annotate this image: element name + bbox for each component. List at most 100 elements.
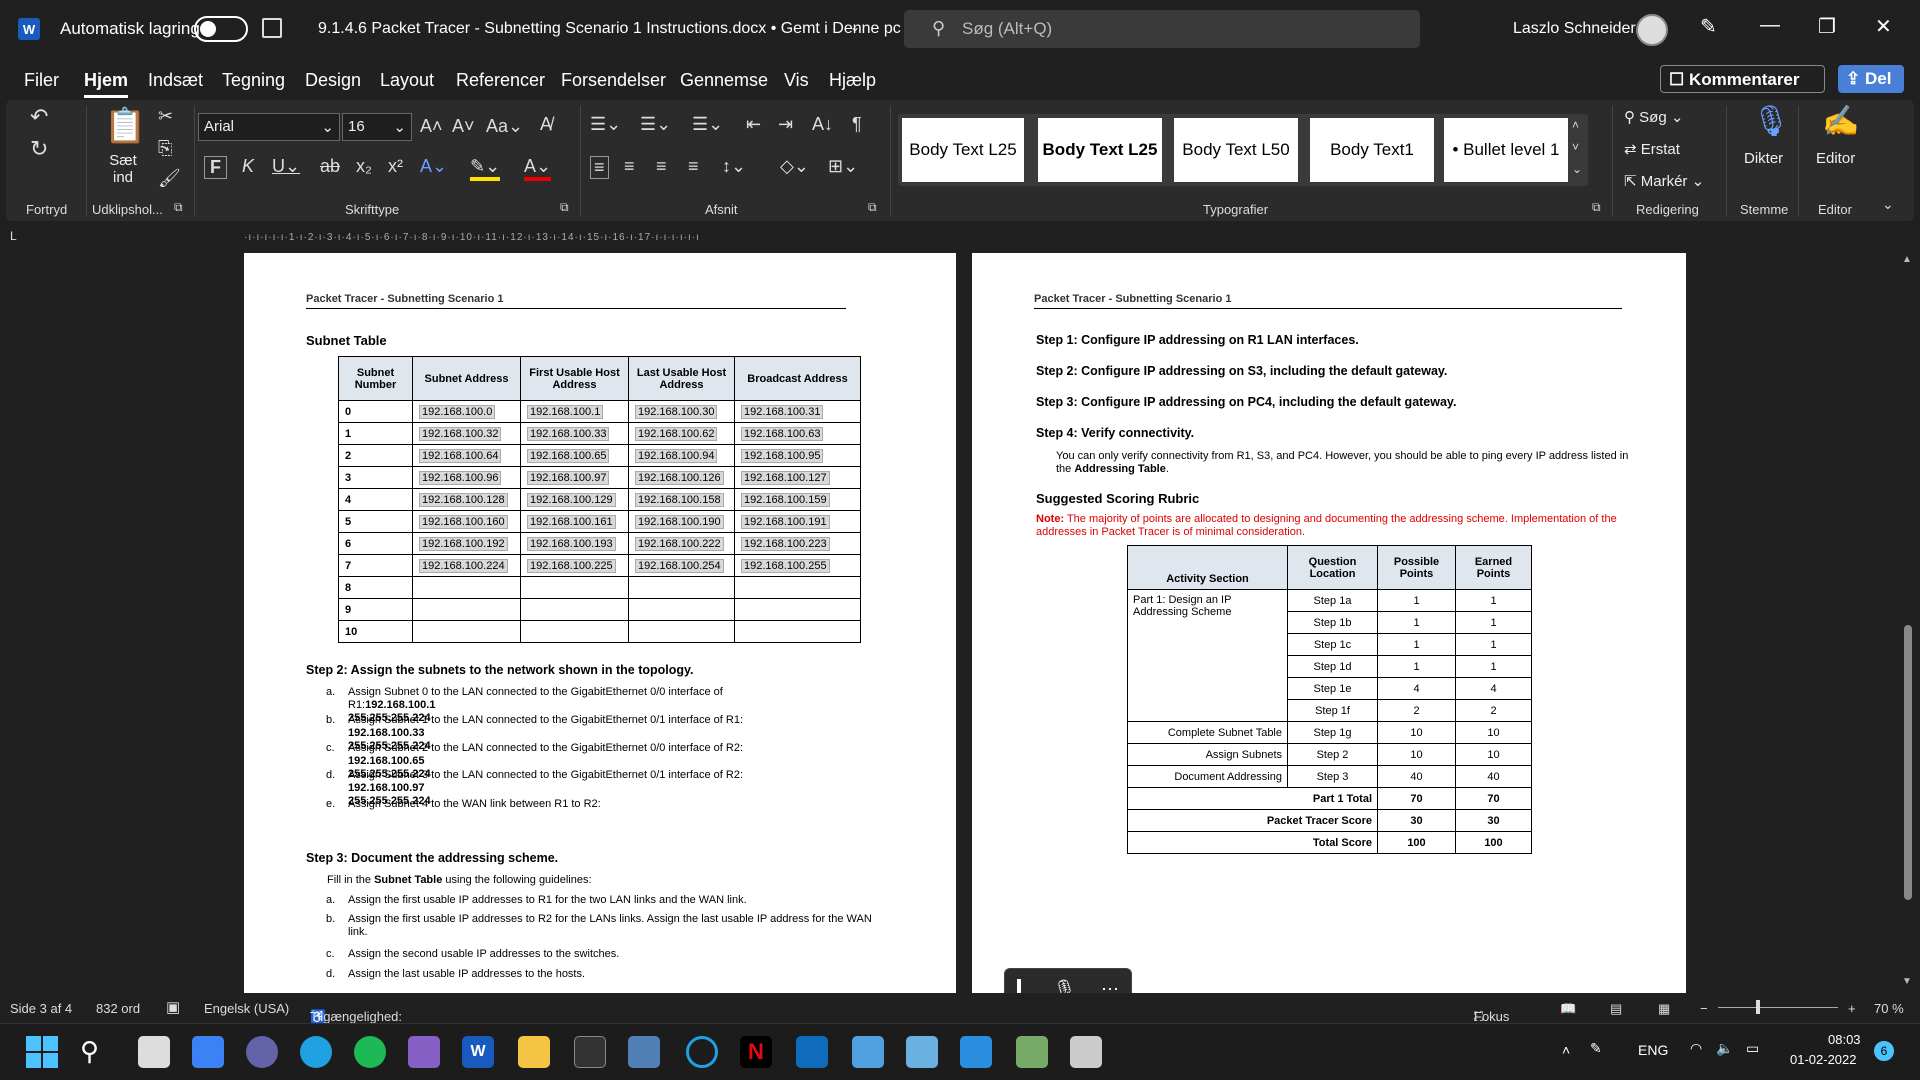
- form-field-value[interactable]: 192.168.100.190: [635, 514, 724, 529]
- font-color-icon[interactable]: A⌄: [524, 156, 552, 181]
- netflix-icon[interactable]: N: [740, 1036, 772, 1068]
- address-cell[interactable]: 192.168.100.65: [520, 444, 629, 467]
- address-cell[interactable]: 192.168.100.95: [734, 444, 861, 467]
- menu-tegning[interactable]: Tegning: [222, 70, 285, 91]
- spotify-icon[interactable]: [354, 1036, 386, 1068]
- address-cell[interactable]: 192.168.100.161: [520, 510, 629, 533]
- zoom-in-icon[interactable]: +: [1848, 1001, 1856, 1016]
- copy-icon[interactable]: ⎘: [158, 138, 172, 159]
- table-row[interactable]: 9: [338, 598, 861, 621]
- start-button[interactable]: [26, 1036, 58, 1068]
- subnet-number-cell[interactable]: 4: [338, 488, 413, 511]
- notification-badge[interactable]: 6: [1874, 1041, 1894, 1061]
- text-effects-icon[interactable]: A⌄: [420, 156, 447, 177]
- form-field-value[interactable]: 192.168.100.159: [741, 492, 830, 507]
- italic-icon[interactable]: K: [242, 156, 254, 177]
- outlook-icon[interactable]: [796, 1036, 828, 1068]
- table-row[interactable]: 3 192.168.100.96 192.168.100.97 192.168.100…: [338, 466, 861, 489]
- address-cell[interactable]: 192.168.100.192: [412, 532, 521, 555]
- search-box[interactable]: ⚲ Søg (Alt+Q): [904, 10, 1420, 48]
- zoom-out-icon[interactable]: −: [1700, 1001, 1708, 1016]
- web-layout-icon[interactable]: ▦: [1658, 1001, 1670, 1017]
- bullets-icon[interactable]: ☰⌄: [590, 114, 621, 135]
- battery-icon[interactable]: ▭: [1746, 1040, 1759, 1057]
- replace-command[interactable]: ⇄ Erstat: [1624, 140, 1680, 158]
- bold-icon[interactable]: F: [204, 156, 227, 179]
- address-cell[interactable]: 192.168.100.190: [628, 510, 735, 533]
- pen-menu-icon[interactable]: ✎: [1590, 1040, 1602, 1057]
- editor-label[interactable]: Editor: [1816, 150, 1855, 167]
- page-count[interactable]: Side 3 af 4: [10, 1001, 72, 1016]
- select-command[interactable]: ⇱ Markér ⌄: [1624, 172, 1704, 190]
- table-row[interactable]: 0 192.168.100.0 192.168.100.1 192.168.100.3…: [338, 400, 861, 423]
- format-painter-icon[interactable]: 🖌: [158, 168, 181, 189]
- font-name-select[interactable]: Arial ⌄: [198, 113, 340, 141]
- paste-icon[interactable]: 📋: [104, 106, 146, 146]
- remote-desktop-icon[interactable]: [906, 1036, 938, 1068]
- menu-layout[interactable]: Layout: [380, 70, 434, 91]
- microphone-icon[interactable]: 🎙: [1752, 104, 1790, 139]
- document-page-3[interactable]: Packet Tracer - Subnetting Scenario 1 Su…: [244, 253, 956, 993]
- subnet-number-cell[interactable]: 7: [338, 554, 413, 577]
- style-body-text-l50[interactable]: Body Text L50: [1174, 118, 1298, 182]
- address-cell[interactable]: 192.168.100.33: [520, 422, 629, 445]
- styles-scroll-down-icon[interactable]: ˅: [1572, 140, 1579, 154]
- scroll-up-icon[interactable]: ▲: [1902, 254, 1912, 265]
- form-field-value[interactable]: 192.168.100.191: [741, 514, 830, 529]
- shrink-font-icon[interactable]: A˅: [452, 116, 475, 137]
- form-field-value[interactable]: 192.168.100.192: [419, 536, 508, 551]
- subscript-icon[interactable]: x₂: [356, 156, 372, 177]
- minimize-button[interactable]: —: [1760, 14, 1780, 37]
- redo-icon[interactable]: ↻: [30, 136, 48, 162]
- address-cell[interactable]: [412, 598, 521, 621]
- subnet-number-cell[interactable]: 6: [338, 532, 413, 555]
- increase-indent-icon[interactable]: ⇥: [778, 114, 793, 135]
- scoring-rubric-table[interactable]: Activity Section Question Location Possi…: [1127, 545, 1532, 854]
- address-cell[interactable]: 192.168.100.191: [734, 510, 861, 533]
- menu-vis[interactable]: Vis: [784, 70, 809, 91]
- form-field-value[interactable]: 192.168.100.161: [527, 514, 616, 529]
- tab-stop-icon[interactable]: L: [10, 229, 17, 243]
- align-left-icon[interactable]: ≡: [590, 156, 609, 179]
- form-field-value[interactable]: 192.168.100.128: [419, 492, 508, 507]
- address-cell[interactable]: 192.168.100.63: [734, 422, 861, 445]
- scroll-down-icon[interactable]: ▼: [1902, 976, 1912, 987]
- title-chevron-icon[interactable]: ⌄: [850, 20, 860, 34]
- read-mode-icon[interactable]: 📖: [1560, 1001, 1576, 1017]
- address-cell[interactable]: 192.168.100.225: [520, 554, 629, 577]
- menu-hjem[interactable]: Hjem: [84, 70, 129, 98]
- address-cell[interactable]: 192.168.100.223: [734, 532, 861, 555]
- file-explorer-icon[interactable]: [518, 1036, 550, 1068]
- address-cell[interactable]: 192.168.100.127: [734, 466, 861, 489]
- vscode-icon[interactable]: [960, 1036, 992, 1068]
- menu-indsaet[interactable]: Indsæt: [148, 70, 203, 91]
- table-row[interactable]: 5 192.168.100.160 192.168.100.161 192.168.1…: [338, 510, 861, 533]
- form-field-value[interactable]: 192.168.100.126: [635, 470, 724, 485]
- packet-tracer-icon[interactable]: [1016, 1036, 1048, 1068]
- highlight-icon[interactable]: ✎⌄: [470, 156, 501, 181]
- menu-forsendelser[interactable]: Forsendelser: [561, 70, 666, 91]
- table-row[interactable]: 2 192.168.100.64 192.168.100.65 192.168.100…: [338, 444, 861, 467]
- address-cell[interactable]: 192.168.100.97: [520, 466, 629, 489]
- subnet-number-cell[interactable]: 5: [338, 510, 413, 533]
- change-case-icon[interactable]: Aa⌄: [486, 116, 523, 137]
- close-button[interactable]: ✕: [1875, 14, 1892, 39]
- azure-icon[interactable]: [852, 1036, 884, 1068]
- form-field-value[interactable]: 192.168.100.225: [527, 558, 616, 573]
- line-spacing-icon[interactable]: ↕⌄: [722, 156, 746, 177]
- strikethrough-icon[interactable]: ab: [320, 156, 340, 177]
- form-field-value[interactable]: 192.168.100.94: [635, 448, 718, 463]
- user-name[interactable]: Laszlo Schneider: [1513, 20, 1636, 38]
- pilcrow-icon[interactable]: ¶: [852, 114, 862, 135]
- teams-icon[interactable]: [246, 1036, 278, 1068]
- form-field-value[interactable]: 192.168.100.64: [419, 448, 502, 463]
- terminal-icon[interactable]: [574, 1036, 606, 1068]
- shading-icon[interactable]: ◇⌄: [780, 156, 809, 177]
- menu-referencer[interactable]: Referencer: [456, 70, 545, 91]
- justify-icon[interactable]: ≡: [688, 156, 699, 177]
- subnet-number-cell[interactable]: 2: [338, 444, 413, 467]
- grow-font-icon[interactable]: A˄: [420, 116, 443, 137]
- address-cell[interactable]: [520, 576, 629, 599]
- wifi-icon[interactable]: ◠: [1690, 1040, 1702, 1057]
- cut-icon[interactable]: ✂: [158, 106, 173, 127]
